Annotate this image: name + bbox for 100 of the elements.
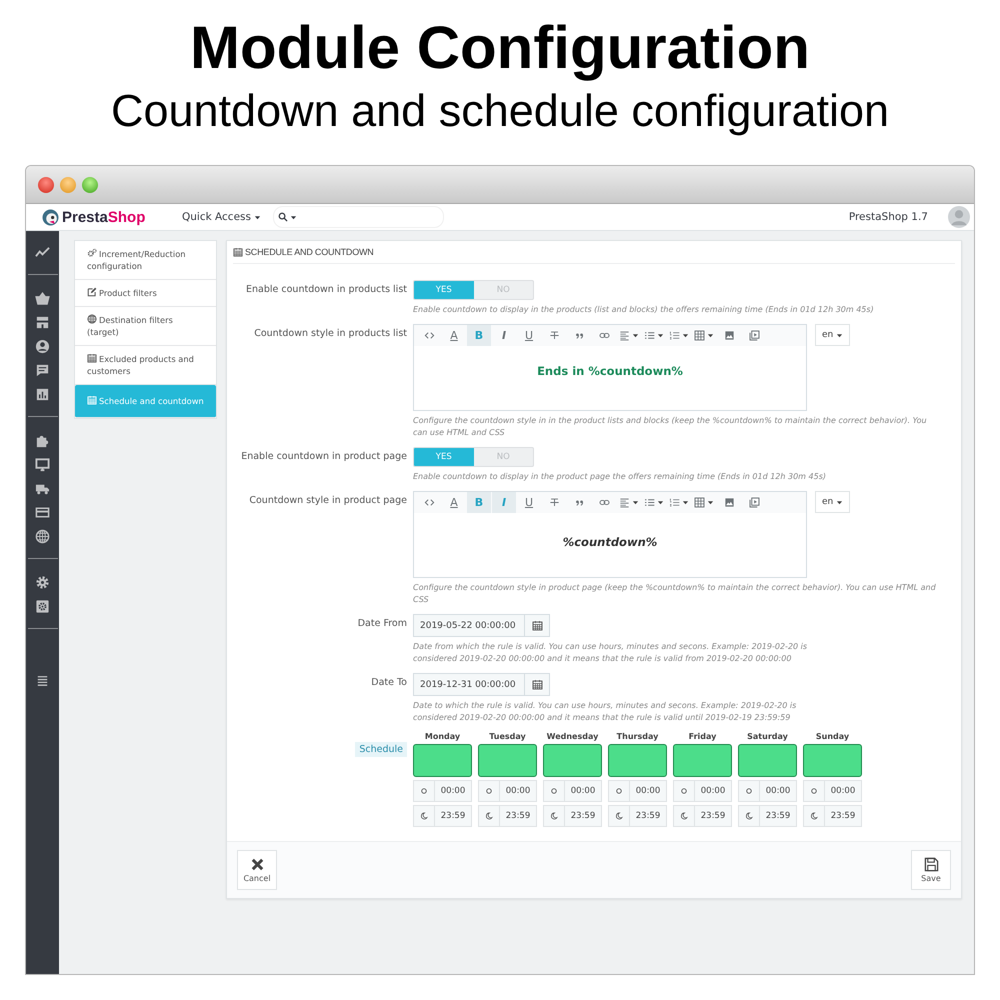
store-icon[interactable] xyxy=(35,315,50,330)
page-title: Module Configuration xyxy=(189,13,811,82)
search-field[interactable] xyxy=(272,206,444,228)
date-field[interactable]: 2019-12-31 00:00:00 xyxy=(413,673,550,696)
globe-icon xyxy=(87,314,97,324)
user-circle-icon[interactable] xyxy=(35,339,50,354)
align-left-icon xyxy=(619,330,630,341)
start-time-field[interactable]: 00:00 xyxy=(478,780,537,802)
calendar-icon xyxy=(87,353,97,363)
date-field[interactable]: 2019-05-22 00:00:00 xyxy=(413,614,550,637)
day-name: Wednesday xyxy=(546,732,598,741)
credit-card-icon[interactable] xyxy=(35,505,50,520)
start-time-field[interactable]: 00:00 xyxy=(413,780,472,802)
puzzle-icon[interactable] xyxy=(35,433,50,448)
logo-text[interactable]: PrestaShop xyxy=(62,208,146,226)
close-icon xyxy=(250,857,264,872)
edit-icon xyxy=(87,287,97,297)
day-time-block[interactable] xyxy=(673,744,732,777)
help-text: Date to which the rule is valid. You can use hours, minutes and secons. Example: 2019-02-20 is considered 2019-02-20 00:00:00 and it means that the rule is valid until 2019-02-19 23:59:59 xyxy=(413,700,798,724)
menu-icon[interactable] xyxy=(35,673,50,688)
close-light[interactable] xyxy=(38,176,54,192)
gear-square-icon[interactable] xyxy=(35,599,50,614)
submenu-item[interactable]: Increment/Reduction configuration xyxy=(75,241,216,280)
start-time-field[interactable]: 00:00 xyxy=(543,780,602,802)
submenu-item[interactable]: Destination filters (target) xyxy=(75,307,216,346)
caret-icon xyxy=(657,332,664,339)
image-icon xyxy=(724,497,734,508)
moon-icon xyxy=(615,812,623,820)
help-text: Configure the countdown style in product page (keep the %countdown% to maintain the correct behavior). You can use HTML and CSS xyxy=(413,582,937,606)
day-time-block[interactable] xyxy=(608,744,667,777)
moon-icon xyxy=(420,812,428,820)
day-time-block[interactable] xyxy=(738,744,797,777)
calendar-icon xyxy=(532,620,542,631)
bullet-list-icon xyxy=(644,330,655,341)
language-dropdown[interactable]: en xyxy=(815,324,850,346)
numbered-list-icon xyxy=(669,497,680,508)
help-text: Enable countdown to display in the products (list and blocks) the offers remaining time (Ends in 01d 12h 30m 45s) xyxy=(413,304,874,316)
day-time-block[interactable] xyxy=(543,744,602,777)
end-time-field[interactable]: 23:59 xyxy=(738,805,797,827)
calendar-icon xyxy=(532,679,542,690)
end-time-field[interactable]: 23:59 xyxy=(543,805,602,827)
day-name: Saturday xyxy=(747,732,788,741)
image-icon xyxy=(724,330,734,341)
schedule-tag: Schedule xyxy=(355,742,407,757)
day-name: Sunday xyxy=(816,732,850,741)
end-time-field[interactable]: 23:59 xyxy=(608,805,667,827)
help-text: Enable countdown to display in the product page the offers remaining time (Ends in 01d 12h 30m 45s) xyxy=(413,471,826,483)
cancel-button[interactable]: Cancel xyxy=(237,850,277,890)
circle-icon xyxy=(680,787,688,795)
chat-icon[interactable] xyxy=(35,363,50,378)
caret-icon xyxy=(632,332,639,339)
video-icon xyxy=(748,330,760,341)
quick-access-menu[interactable]: Quick Access xyxy=(182,211,261,223)
day-name: Friday xyxy=(688,732,716,741)
day-time-block[interactable] xyxy=(803,744,862,777)
toolbar-button[interactable]: A xyxy=(442,325,466,346)
start-time-field[interactable]: 00:00 xyxy=(803,780,862,802)
video-icon xyxy=(748,497,760,508)
caret-icon xyxy=(707,332,714,339)
help-text: Date from which the rule is valid. You can use hours, minutes and secons. Example: 2019-02-20 is considered 2019-02-20 00:00:00 and it means that the rule is valid from 2019-02-20 00:00:00 xyxy=(413,641,808,665)
rich-text-editor[interactable]: A B I U %countdown% xyxy=(413,491,807,578)
editor-content: %countdown% xyxy=(562,535,658,551)
field-label: Countdown style in product page xyxy=(249,495,407,506)
start-time-field[interactable]: 00:00 xyxy=(738,780,797,802)
language-dropdown[interactable]: en xyxy=(815,491,850,513)
calendar-icon xyxy=(233,247,243,257)
basket-icon[interactable] xyxy=(35,291,50,306)
help-text: Configure the countdown style in in the product lists and blocks (keep the %countdown% to maintain the correct behavior). You can use HTML and CSS xyxy=(413,415,928,439)
circle-icon xyxy=(420,787,428,795)
editor-content: Ends in %countdown% xyxy=(537,364,683,380)
monitor-icon[interactable] xyxy=(35,457,50,472)
end-time-field[interactable]: 23:59 xyxy=(803,805,862,827)
start-time-field[interactable]: 00:00 xyxy=(608,780,667,802)
bar-chart-icon[interactable] xyxy=(35,387,50,402)
globe-icon[interactable] xyxy=(35,529,50,544)
version-label: PrestaShop 1.7 xyxy=(848,211,928,223)
field-label: Date To xyxy=(371,677,407,688)
settings-icon[interactable] xyxy=(35,575,50,590)
toolbar-button[interactable]: I xyxy=(492,325,516,346)
toolbar-button[interactable]: U xyxy=(517,492,541,513)
start-time-field[interactable]: 00:00 xyxy=(673,780,732,802)
circle-icon xyxy=(550,787,558,795)
submenu-item[interactable]: Product filters xyxy=(75,280,216,307)
caret-icon xyxy=(682,332,689,339)
toolbar-button[interactable]: A xyxy=(442,492,466,513)
table-icon xyxy=(694,497,705,508)
caret-icon xyxy=(707,499,714,506)
code-icon xyxy=(424,497,434,508)
moon-icon xyxy=(745,812,753,820)
save-button[interactable]: Save xyxy=(911,850,951,890)
search-icon xyxy=(278,212,288,222)
rich-text-editor[interactable]: A B I U Ends in %countdown% xyxy=(413,324,807,411)
toolbar-button[interactable]: U xyxy=(517,325,541,346)
day-time-block[interactable] xyxy=(478,744,537,777)
end-time-field[interactable]: 23:59 xyxy=(413,805,472,827)
end-time-field[interactable]: 23:59 xyxy=(673,805,732,827)
day-time-block[interactable] xyxy=(413,744,472,777)
day-name: Monday xyxy=(424,732,460,741)
end-time-field[interactable]: 23:59 xyxy=(478,805,537,827)
table-icon xyxy=(694,330,705,341)
